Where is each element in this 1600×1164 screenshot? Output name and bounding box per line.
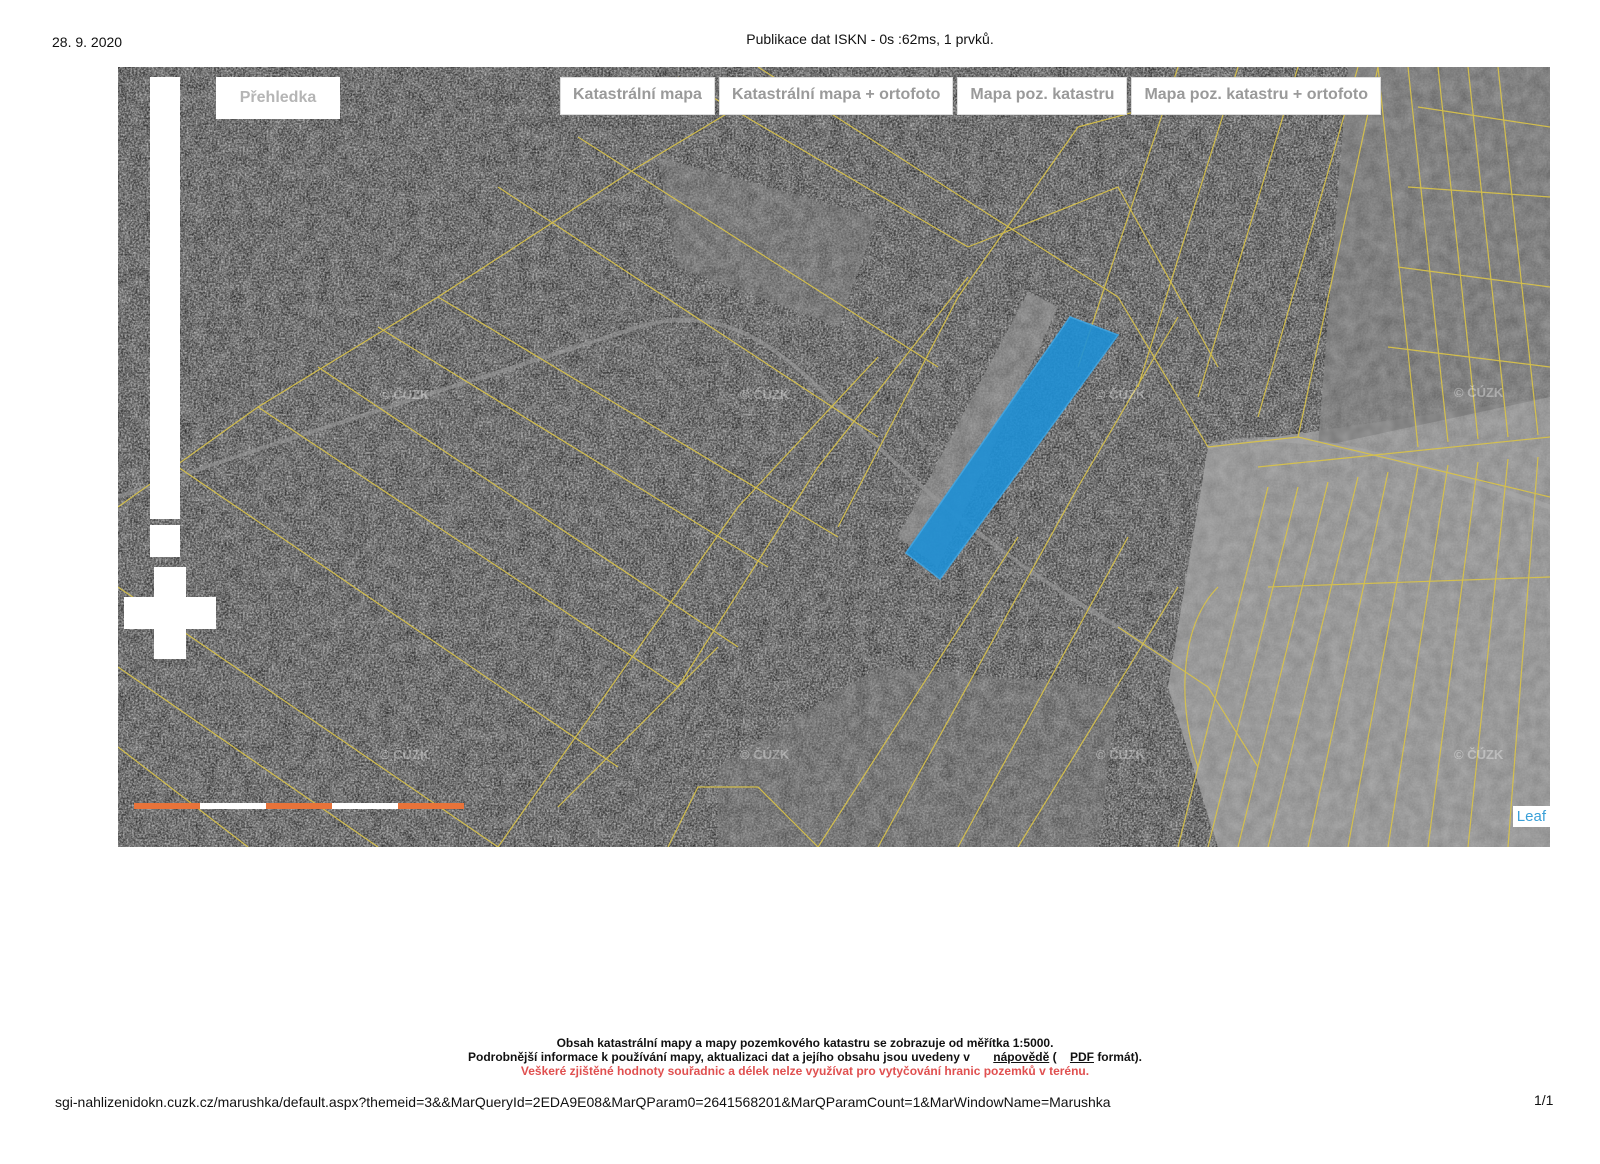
watermark-8: © ČÚZK xyxy=(1454,747,1504,762)
note-info-text: Podrobnější informace k používání mapy, … xyxy=(468,1050,970,1064)
watermark-2: © ČÚZK xyxy=(740,387,790,402)
note-info-paren: ( xyxy=(1052,1050,1057,1064)
map-notes: Obsah katastrální mapy a mapy pozemkovéh… xyxy=(0,1036,1600,1078)
pan-horizontal-arm[interactable] xyxy=(124,597,216,629)
note-info: Podrobnější informace k používání mapy, … xyxy=(0,1050,1600,1064)
note-info-end: formát). xyxy=(1097,1050,1142,1064)
ortophoto-map[interactable] xyxy=(118,67,1550,847)
scale-segment xyxy=(200,803,266,809)
layer-cadastral-map-ortho[interactable]: Katastrální mapa + ortofoto xyxy=(718,77,954,115)
scale-segment xyxy=(134,803,200,809)
scale-segment xyxy=(398,803,464,809)
layer-cadastral-map[interactable]: Katastrální mapa xyxy=(560,77,715,115)
print-title: Publikace dat ISKN - 0s :62ms, 1 prvků. xyxy=(746,31,994,47)
page-number: 1/1 xyxy=(1534,1092,1554,1108)
page-url: sgi-nahlizenidokn.cuzk.cz/marushka/defau… xyxy=(55,1094,1111,1110)
scale-segment xyxy=(266,803,332,809)
note-scale: Obsah katastrální mapy a mapy pozemkovéh… xyxy=(556,1036,1054,1050)
map-view[interactable]: © ČÚZK © ČÚZK © ČÚZK © ČÚZK © ČÚZK © ČÚZ… xyxy=(118,67,1550,847)
layer-switcher: Katastrální mapa Katastrální mapa + orto… xyxy=(560,77,1382,115)
layer-land-cadastre[interactable]: Mapa poz. katastru xyxy=(957,77,1128,115)
pan-control[interactable] xyxy=(124,567,216,659)
watermark-3: © ČÚZK xyxy=(1096,387,1146,402)
note-warning: Veškeré zjištěné hodnoty souřadnic a dél… xyxy=(520,1064,1090,1078)
watermark-4: © ČÚZK xyxy=(1454,385,1504,400)
overview-button[interactable]: Přehledka xyxy=(216,77,340,119)
scale-bar xyxy=(134,803,464,809)
zoom-slider[interactable] xyxy=(150,77,180,519)
watermark-5: © ČÚZK xyxy=(380,747,430,762)
watermark-6: © ČÚZK xyxy=(740,747,790,762)
help-link[interactable]: nápovědě xyxy=(993,1050,1049,1064)
watermark-1: © ČÚZK xyxy=(380,387,430,402)
watermark-7: © ČÚZK xyxy=(1096,747,1146,762)
leaflet-attribution-link[interactable]: Leaf xyxy=(1512,806,1550,827)
print-page: 28. 9. 2020 Publikace dat ISKN - 0s :62m… xyxy=(0,0,1600,1164)
pdf-link[interactable]: PDF xyxy=(1070,1050,1094,1064)
zoom-slider-handle[interactable] xyxy=(150,525,180,557)
scale-segment xyxy=(332,803,398,809)
layer-land-cadastre-ortho[interactable]: Mapa poz. katastru + ortofoto xyxy=(1131,77,1382,115)
